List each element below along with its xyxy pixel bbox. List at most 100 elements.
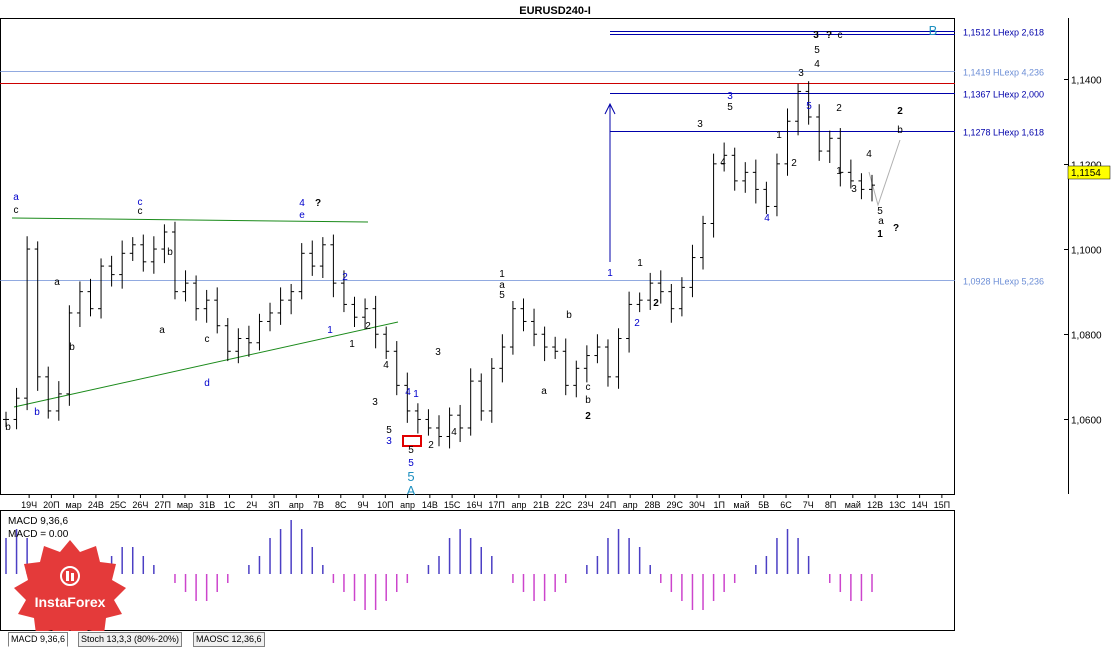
level-label: 1,0928 HLexp 5,236 [963,277,1044,287]
wave-label: 1 [499,269,505,280]
wave-label: 2 [791,158,797,169]
x-tick-label: 5В [758,500,769,510]
x-tick-label: апр [400,500,415,510]
wave-label: 1 [877,229,883,240]
macd-histogram [5,520,873,610]
logo-text: InstaForex [34,594,106,610]
wave-label: b [897,125,903,136]
wave-label: 3 [798,68,804,79]
level-lines: 1,1512 LHexp 2,618 1,1419 HLexp 4,236 1,13… [0,28,1044,287]
tab-macd[interactable]: MACD 9,36,6 [8,632,69,647]
x-tick-label: май [733,500,749,510]
candles [3,81,875,449]
wave-label: a [159,325,165,336]
wave-label: c [138,206,143,217]
x-tick-label: 10П [377,500,393,510]
wave-label: 2 [836,103,842,114]
wave-label: 3 [372,397,378,408]
x-tick-label: 1С [224,500,236,510]
wave-label: 5 [386,425,392,436]
x-tick-label: 1П [714,500,725,510]
y-tick-label: 1,1400 [1071,76,1102,87]
wave-label: c [586,382,591,393]
x-tick-label: 15П [934,500,950,510]
wave-label: 1 [776,130,782,141]
wave-label: 3 [813,30,819,41]
price-chart[interactable]: EURUSD240-I 1,1512 LHexp 2,618 1,1419 HLe… [0,0,1112,661]
current-price-label: 1,1154 [1071,168,1101,179]
wave-label: c [205,334,210,345]
wave-label: 1 [349,339,355,350]
wave-label: 5 [814,45,820,56]
indicator-tab-bar: MACD 9,36,6 Stoch 13,3,3 (80%-20%) MAOSC… [0,631,1112,661]
x-tick-label: 19Ч [21,500,37,510]
level-label: 1,1367 LHexp 2,000 [963,90,1044,100]
level-label: 1,1278 LHexp 1,618 [963,128,1044,138]
wave-label: b [167,247,173,258]
x-tick-label: 13С [889,500,906,510]
level-label: 1,1512 LHexp 2,618 [963,28,1044,38]
x-tick-label: 24П [600,500,616,510]
x-tick-label: 15С [444,500,461,510]
x-tick-label: 12В [867,500,883,510]
wave-label: 4 [814,59,820,70]
wave-label: b [566,310,572,321]
x-tick-label: 31В [199,500,215,510]
wave-label: 4 [866,149,872,160]
chart-title: EURUSD240-I [519,5,591,17]
wave-label: b [34,407,40,418]
y-axis: 1,14001,12001,10001,08001,0600 [1064,18,1102,494]
tab-stoch[interactable]: Stoch 13,3,3 (80%-20%) [78,632,183,647]
tab-maosc[interactable]: MAOSC 12,36,6 [193,632,265,647]
x-tick-label: 26Ч [132,500,148,510]
wave-label: c [838,30,843,41]
trendline-upper [11,217,369,223]
x-tick-label: 6С [780,500,792,510]
wave-label: 1 [327,325,333,336]
wave-label: 3 [851,184,857,195]
wave-label: 1 [836,166,842,177]
wave-label: a [54,277,60,288]
x-tick-label: 7Ч [803,500,814,510]
wave-label: ? [893,223,899,234]
x-tick-label: 8П [825,500,836,510]
x-tick-label: мар [66,500,82,510]
trend-lines [11,102,901,447]
wave-label: 3 [697,119,703,130]
wave-labels: acbbabccbacd4e?21 2143534 15525A341a5abcb2… [5,23,937,498]
y-tick-label: 1,0800 [1071,331,1102,342]
x-tick-label: 22С [555,500,572,510]
x-tick-label: апр [511,500,526,510]
x-tick-label: 7В [313,500,324,510]
wave-label: ? [315,198,321,209]
x-tick-label: 27П [154,500,170,510]
wave-label: 2 [585,411,591,422]
wave-label: 5 [727,102,733,113]
x-tick-label: апр [623,500,638,510]
wave-label: 1 [637,258,643,269]
x-tick-label: 9Ч [358,500,369,510]
wave-label: 5 [408,445,414,456]
wave-label: c [14,205,19,216]
y-tick-label: 1,1000 [1071,246,1102,257]
x-tick-label: 3П [268,500,279,510]
y-tick-label: 1,0600 [1071,416,1102,427]
wave-label: b [5,422,11,433]
wave-label: b [585,395,591,406]
instaforex-logo: InstaForex [8,538,132,642]
wave-label: e [299,210,305,221]
instaforex-logo-icon [14,540,126,642]
wave-label: 1 [607,268,613,279]
wave-label: 2 [897,106,903,117]
wave-label: 3 [386,436,392,447]
wave-label: 4 [720,157,726,168]
level-label: 1,1419 HLexp 4,236 [963,68,1044,78]
wave-label: 4 [764,213,770,224]
macd-title: MACD 9,36,6 [8,516,68,527]
x-tick-label: май [845,500,861,510]
wave-label: 2 [634,318,640,329]
forecast-path [868,139,901,207]
x-tick-label: 30Ч [689,500,705,510]
x-tick-label: 14Ч [912,500,928,510]
wave-label: 2 [365,321,371,332]
